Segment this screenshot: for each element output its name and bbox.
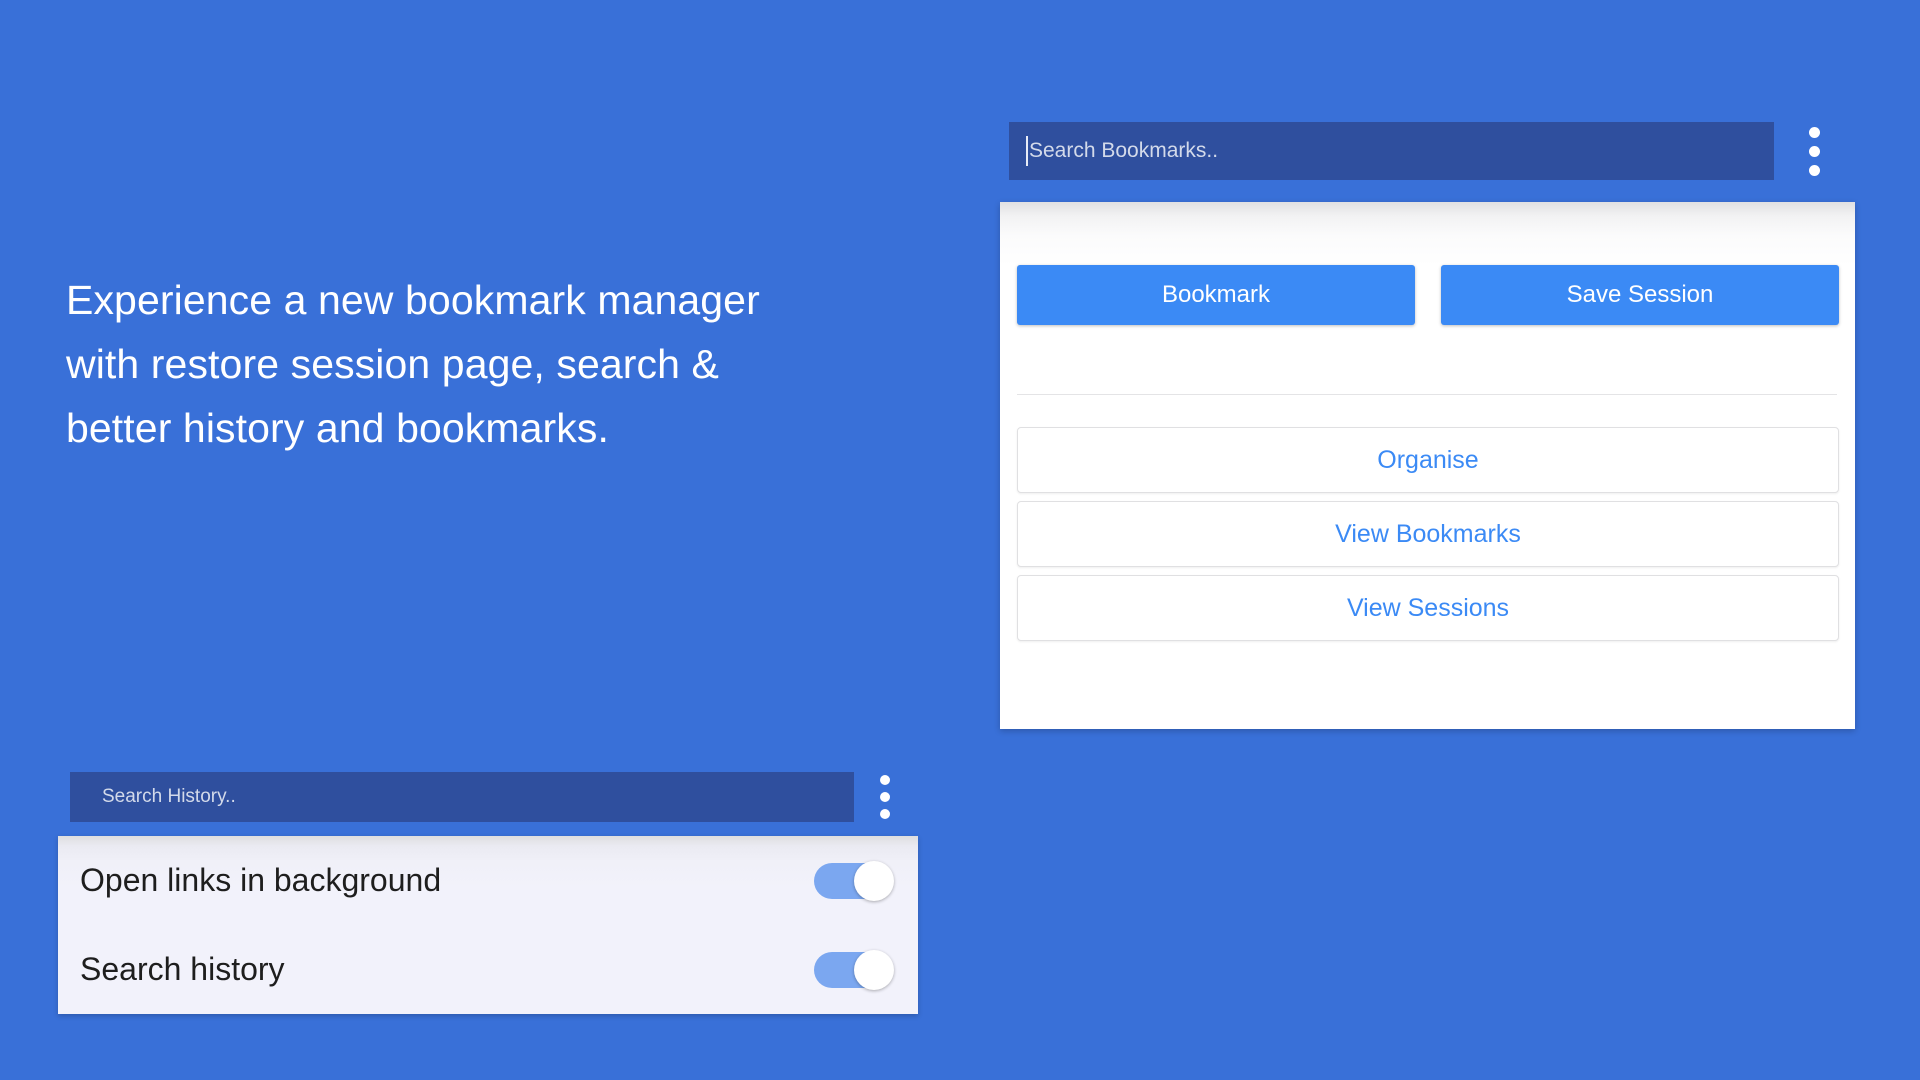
- kebab-dot-3: [880, 809, 890, 819]
- history-panel: Search History.. Open links in backgroun…: [58, 758, 918, 1043]
- search-bookmarks-input[interactable]: Search Bookmarks..: [1009, 122, 1774, 180]
- text-caret: [1026, 136, 1028, 166]
- kebab-dot-2: [1808, 145, 1820, 157]
- organise-button[interactable]: Organise: [1017, 427, 1839, 493]
- kebab-menu-icon[interactable]: [854, 762, 916, 832]
- kebab-dot-2: [880, 792, 890, 802]
- view-sessions-button[interactable]: View Sessions: [1017, 575, 1839, 641]
- setting-row-search-history[interactable]: Search history: [58, 925, 918, 1014]
- setting-label: Open links in background: [80, 862, 442, 898]
- history-panel-header: Search History..: [58, 758, 918, 836]
- toggle-knob: [854, 949, 894, 990]
- history-settings-card: Open links in background Search history: [58, 836, 918, 1014]
- setting-label: Search history: [80, 951, 285, 987]
- kebab-dot-3: [1808, 164, 1820, 176]
- primary-action-row: Bookmark Save Session: [1017, 265, 1839, 325]
- save-session-button[interactable]: Save Session: [1441, 265, 1839, 325]
- kebab-dot-1: [880, 775, 890, 785]
- kebab-menu-icon[interactable]: [1778, 111, 1850, 191]
- search-history-input[interactable]: Search History..: [70, 772, 854, 822]
- bookmark-button[interactable]: Bookmark: [1017, 265, 1415, 325]
- secondary-action-list: Organise View Bookmarks View Sessions: [1017, 427, 1839, 649]
- section-divider: [1017, 394, 1837, 395]
- bookmark-manager-panel: Search Bookmarks.. Bookmark Save Session…: [997, 100, 1862, 732]
- search-bookmarks-placeholder: Search Bookmarks..: [1029, 139, 1219, 162]
- kebab-dot-1: [1808, 126, 1820, 138]
- bookmark-card: Bookmark Save Session Organise View Book…: [1000, 202, 1855, 729]
- setting-row-open-links-in-background[interactable]: Open links in background: [58, 836, 918, 925]
- toggle-knob: [854, 860, 894, 901]
- bookmark-panel-header: Search Bookmarks..: [997, 100, 1862, 202]
- search-history-placeholder: Search History..: [102, 786, 236, 807]
- open-links-in-background-toggle[interactable]: [814, 860, 894, 901]
- search-history-toggle[interactable]: [814, 949, 894, 990]
- view-bookmarks-button[interactable]: View Bookmarks: [1017, 501, 1839, 567]
- marketing-headline: Experience a new bookmark manager with r…: [66, 277, 760, 451]
